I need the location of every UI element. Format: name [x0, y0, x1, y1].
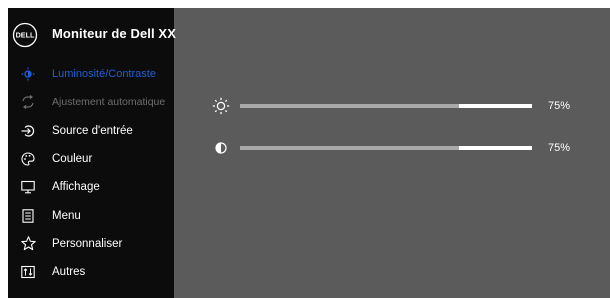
menu-item-label: Menu — [52, 209, 81, 222]
input-source-icon — [20, 123, 36, 139]
brightness-slider-fill — [240, 104, 459, 108]
svg-text:DELL: DELL — [16, 31, 35, 40]
contrast-value: 75% — [548, 142, 571, 154]
settings-panel: 75% 75% — [174, 8, 610, 298]
monitor-icon — [20, 179, 36, 195]
menu-item-label: Autres — [52, 266, 86, 279]
brightness-row: 75% — [174, 96, 610, 116]
contrast-icon — [212, 139, 230, 157]
sidebar: DELL Moniteur de Dell XX Luminosité/Cont… — [8, 8, 176, 298]
others-icon — [20, 264, 36, 280]
menu-item-label: Couleur — [52, 153, 93, 166]
menu-item-label: Source d'entrée — [52, 124, 133, 137]
dell-logo: DELL — [12, 22, 38, 48]
header: DELL Moniteur de Dell XX — [8, 18, 176, 52]
brightness-value: 75% — [548, 100, 571, 112]
brightness-icon — [20, 66, 36, 82]
menu-item-label: Personnaliser — [52, 237, 123, 250]
contrast-row: 75% — [174, 138, 610, 158]
menu-item-label: Affichage — [52, 181, 100, 194]
menu-item-brightness-contrast[interactable]: Luminosité/Contraste — [8, 60, 174, 88]
menu-item-menu[interactable]: Menu — [8, 201, 174, 229]
brightness-slider[interactable] — [240, 104, 532, 108]
menu-item-personalize[interactable]: Personnaliser — [8, 230, 174, 258]
color-palette-icon — [20, 151, 36, 167]
menu-item-label: Ajustement automatique — [52, 96, 166, 109]
menu-item-input-source[interactable]: Source d'entrée — [8, 117, 174, 145]
contrast-slider-fill — [240, 146, 459, 150]
main-menu: Luminosité/Contraste Ajustement automati… — [8, 60, 174, 286]
menu-item-color[interactable]: Couleur — [8, 145, 174, 173]
auto-adjust-icon — [20, 94, 36, 110]
menu-item-auto-adjust[interactable]: Ajustement automatique — [8, 88, 174, 116]
osd-window: DELL Moniteur de Dell XX Luminosité/Cont… — [8, 8, 610, 298]
star-icon — [20, 236, 36, 252]
app-title: Moniteur de Dell XX — [52, 26, 176, 41]
menu-item-display[interactable]: Affichage — [8, 173, 174, 201]
menu-item-label: Luminosité/Contraste — [52, 68, 156, 81]
menu-icon — [20, 208, 36, 224]
contrast-slider[interactable] — [240, 146, 532, 150]
menu-item-others[interactable]: Autres — [8, 258, 174, 286]
sun-icon — [212, 97, 230, 115]
